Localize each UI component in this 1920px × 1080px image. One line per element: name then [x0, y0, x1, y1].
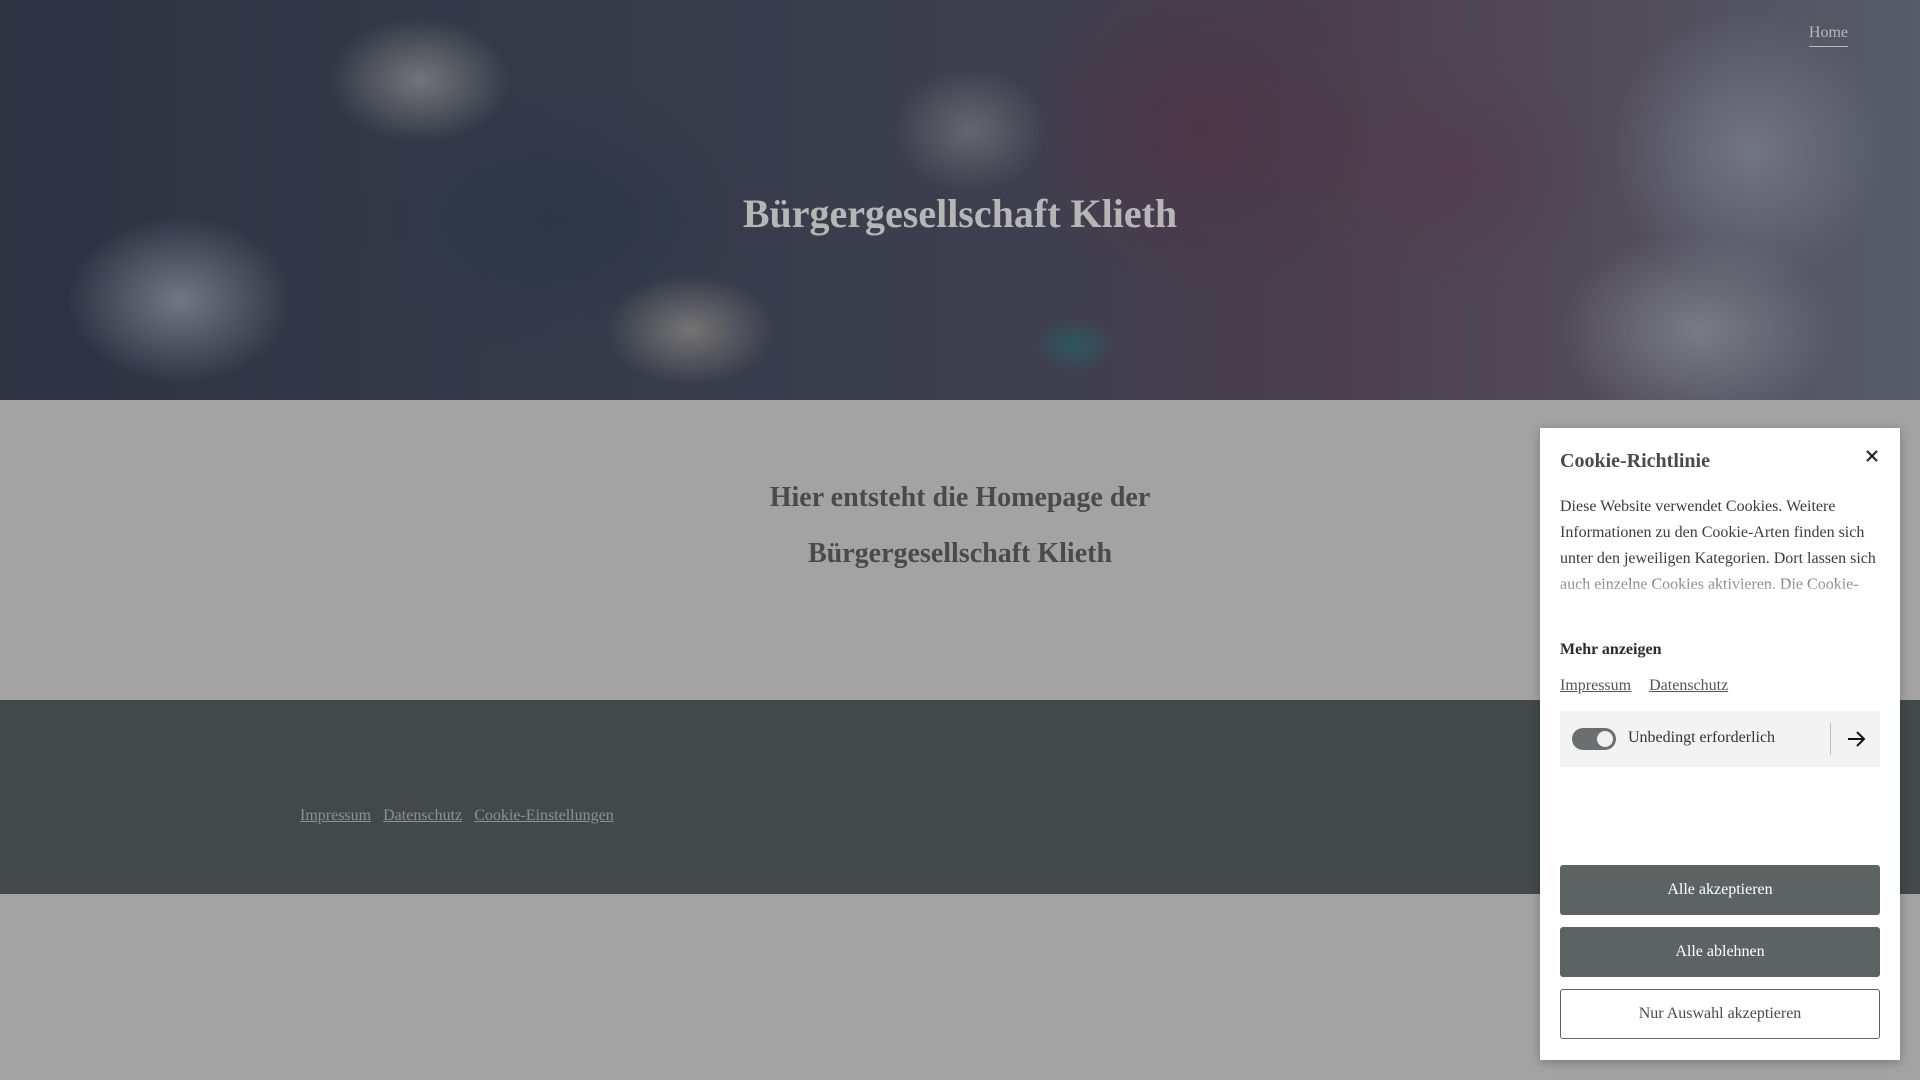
cookie-description-container[interactable]: Diese Website verwendet Cookies. Weitere…	[1560, 494, 1882, 604]
required-cookies-toggle[interactable]	[1572, 728, 1616, 750]
cookie-description-fade	[1560, 576, 1882, 604]
accept-all-button[interactable]: Alle akzeptieren	[1560, 865, 1880, 915]
show-more-button[interactable]: Mehr anzeigen	[1560, 641, 1661, 659]
cookie-impressum-link[interactable]: Impressum	[1560, 677, 1631, 694]
cookie-datenschutz-link[interactable]: Datenschutz	[1649, 677, 1728, 694]
cookie-dialog-links: Impressum Datenschutz	[1560, 677, 1742, 695]
site-title: Bürgergesellschaft Klieth	[742, 191, 1178, 236]
accept-selection-button[interactable]: Nur Auswahl akzeptieren	[1560, 989, 1880, 1039]
footer-links: Impressum Datenschutz Cookie-Einstellung…	[300, 807, 622, 825]
cookie-dialog: Cookie-Richtlinie Diese Website verwende…	[1540, 428, 1900, 1060]
reject-all-button[interactable]: Alle ablehnen	[1560, 927, 1880, 977]
nav-home-link[interactable]: Home	[1808, 24, 1848, 47]
close-icon[interactable]	[1860, 444, 1884, 468]
page: Home Bürgergesellschaft Klieth Hier ents…	[0, 0, 1920, 1080]
footer-cookie-settings-link[interactable]: Cookie-Einstellungen	[474, 807, 614, 824]
arrow-right-icon[interactable]	[1842, 725, 1870, 753]
cookie-dialog-title: Cookie-Richtlinie	[1560, 450, 1710, 472]
toggle-knob	[1597, 731, 1613, 747]
consent-category-label: Unbedingt erforderlich	[1628, 729, 1776, 746]
hero-banner: Home Bürgergesellschaft Klieth	[0, 0, 1920, 400]
footer-impressum-link[interactable]: Impressum	[300, 807, 371, 824]
consent-category-required: Unbedingt erforderlich	[1560, 711, 1880, 767]
footer-datenschutz-link[interactable]: Datenschutz	[383, 807, 462, 824]
consent-divider	[1830, 723, 1831, 755]
